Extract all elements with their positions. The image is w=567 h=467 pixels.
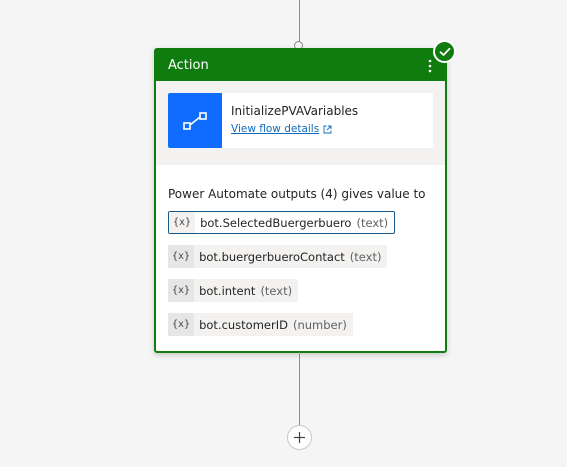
variable-icon: {x} [169, 212, 196, 233]
open-external-icon [323, 125, 332, 133]
variable-chip-customer-id[interactable]: {x} bot.customerID (number) [168, 313, 353, 336]
variable-name: bot.intent [199, 283, 256, 298]
outputs-section: Power Automate outputs (4) gives value t… [156, 187, 445, 346]
flow-area: InitializePVAVariables View flow details [156, 81, 445, 165]
power-automate-flow-icon [183, 111, 207, 130]
view-flow-details-link[interactable]: View flow details [231, 123, 358, 135]
variable-icon: {x} [168, 245, 195, 268]
flow-reference[interactable]: InitializePVAVariables View flow details [168, 93, 433, 148]
action-card[interactable]: Action InitializePVAVariables View flow … [154, 48, 447, 353]
plus-icon [294, 432, 305, 443]
flow-text: InitializePVAVariables View flow details [222, 93, 368, 148]
variable-type: (text) [260, 283, 293, 298]
connector-line-bottom [299, 352, 300, 428]
variable-name: bot.SelectedBuergerbuero [200, 215, 352, 230]
outputs-label: Power Automate outputs (4) gives value t… [168, 187, 426, 201]
flow-icon-tile [168, 93, 222, 148]
more-options-button[interactable] [425, 57, 435, 75]
view-flow-details-label: View flow details [231, 123, 320, 135]
variable-icon: {x} [168, 279, 195, 302]
variable-chip-buergerbuero-contact[interactable]: {x} bot.buergerbueroContact (text) [168, 245, 388, 268]
variable-type: (number) [292, 317, 347, 332]
variable-name: bot.customerID [199, 317, 288, 332]
variable-chip-selected-buergerbuero[interactable]: {x} bot.SelectedBuergerbuero (text) [168, 211, 396, 234]
connector-line-top [299, 0, 300, 46]
variable-type: (text) [349, 249, 382, 264]
card-title: Action [168, 58, 209, 73]
variable-name: bot.buergerbueroContact [199, 249, 345, 264]
more-vertical-icon [428, 59, 432, 72]
add-step-button[interactable] [287, 425, 312, 450]
variable-chip-intent[interactable]: {x} bot.intent (text) [168, 279, 299, 302]
variable-icon: {x} [168, 313, 195, 336]
variable-type: (text) [356, 215, 389, 230]
flow-name: InitializePVAVariables [231, 104, 359, 118]
card-header: Action [156, 50, 445, 81]
success-check-icon [433, 40, 456, 63]
